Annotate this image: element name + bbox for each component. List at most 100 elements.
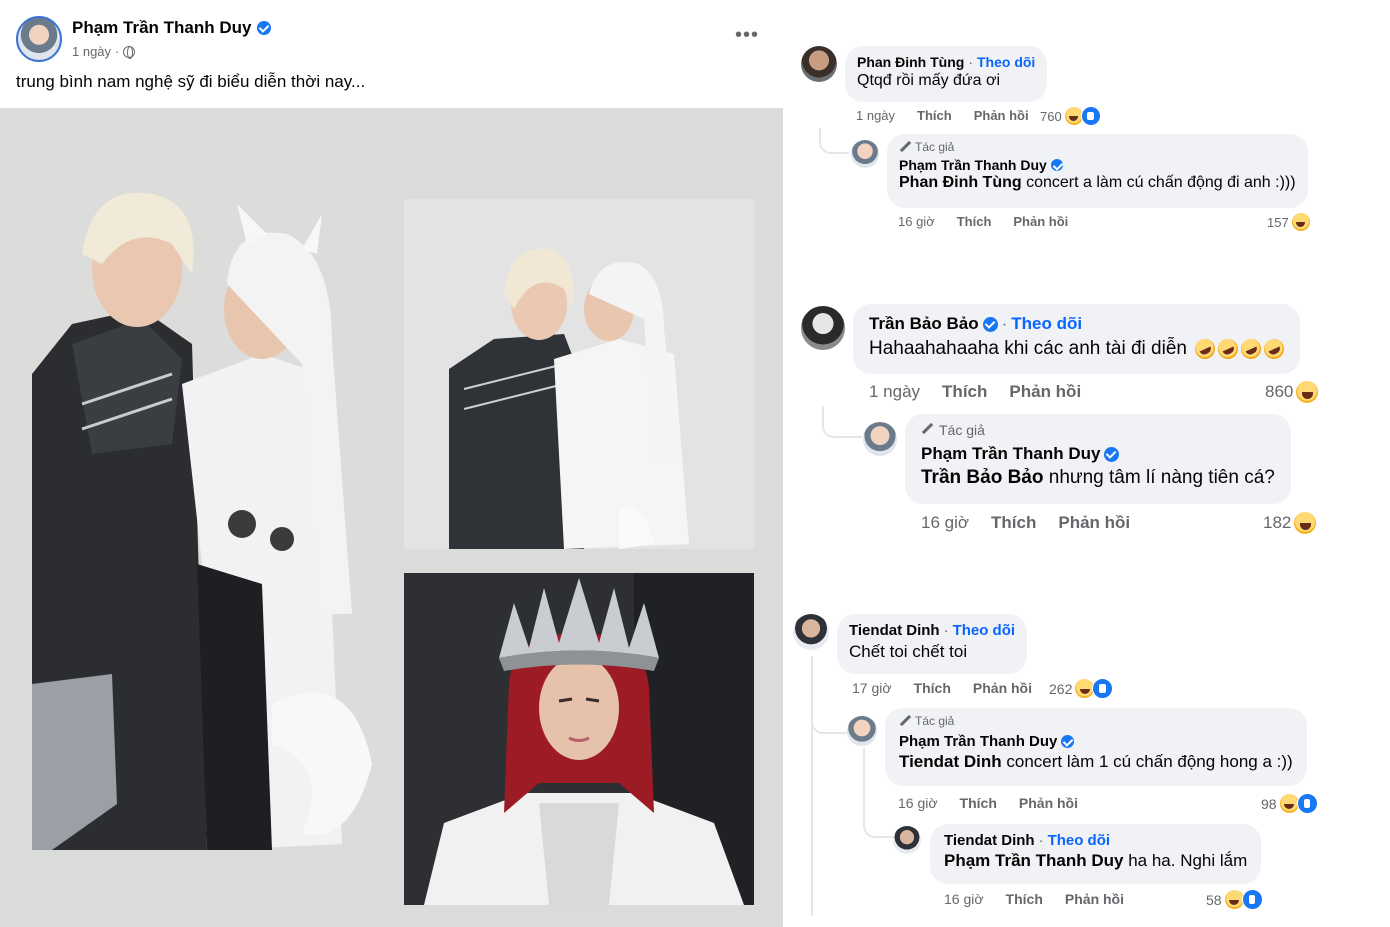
photo-1[interactable] bbox=[32, 144, 382, 850]
reaction-summary[interactable]: 58 bbox=[1206, 889, 1263, 910]
reply-time[interactable]: 16 giờ bbox=[898, 795, 938, 811]
thread-connector bbox=[822, 406, 862, 438]
mention-link[interactable]: Trần Bảo Bảo bbox=[921, 467, 1043, 488]
follow-link[interactable]: Theo dõi bbox=[1048, 832, 1111, 849]
reply-text: Trần Bảo Bảo nhưng tâm lí nàng tiên cá? bbox=[921, 467, 1275, 489]
thread-connector bbox=[863, 808, 893, 838]
reply-button[interactable]: Phản hồi bbox=[1065, 891, 1124, 907]
reply-author-row: Phạm Trần Thanh Duy bbox=[921, 444, 1275, 464]
commenter-avatar[interactable] bbox=[801, 306, 845, 350]
reply-avatar[interactable] bbox=[851, 140, 879, 168]
reply-button[interactable]: Phản hồi bbox=[974, 108, 1029, 123]
reply-button[interactable]: Phản hồi bbox=[1009, 382, 1081, 402]
reply-actions: 16 giờ Thích Phản hồi bbox=[921, 513, 1152, 533]
like-button[interactable]: Thích bbox=[917, 108, 952, 123]
mention-link[interactable]: Phan Đinh Tùng bbox=[899, 174, 1022, 191]
like-button[interactable]: Thích bbox=[957, 214, 992, 229]
reply-text-body: ha ha. Nghi lắm bbox=[1123, 851, 1248, 870]
post-caption: trung bình nam nghệ sỹ đi biểu diễn thời… bbox=[16, 72, 366, 91]
comment-bubble: Tiendat Dinh · Theo dõi Chết toi chết to… bbox=[837, 614, 1028, 674]
reply-button[interactable]: Phản hồi bbox=[1013, 214, 1068, 229]
commenter-avatar[interactable] bbox=[793, 614, 829, 650]
reply-button[interactable]: Phản hồi bbox=[1058, 513, 1130, 533]
photo-2-illustration bbox=[404, 199, 754, 549]
like-button[interactable]: Thích bbox=[942, 382, 987, 402]
like-button[interactable]: Thích bbox=[914, 680, 951, 696]
comment-actions: 1 ngày Thích Phản hồi bbox=[856, 108, 1051, 123]
thread-line bbox=[811, 656, 813, 916]
separator-dot: · bbox=[1038, 832, 1044, 849]
photo-3[interactable] bbox=[404, 573, 754, 905]
reaction-summary[interactable]: 182 bbox=[1263, 511, 1318, 535]
post-media-grid bbox=[0, 108, 783, 927]
reply-button[interactable]: Phản hồi bbox=[1019, 795, 1078, 811]
mention-link[interactable]: Phạm Trần Thanh Duy bbox=[944, 851, 1123, 870]
photo-1-illustration bbox=[32, 144, 382, 850]
comment-text-row: Hahaahahaaha khi các anh tài đi diễn bbox=[869, 335, 1288, 363]
thread-connector bbox=[811, 708, 847, 734]
reaction-summary[interactable]: 860 bbox=[1265, 380, 1320, 404]
reaction-summary[interactable]: 760 bbox=[1040, 106, 1101, 126]
reply-avatar[interactable] bbox=[893, 826, 921, 854]
haha-reaction-icon bbox=[1290, 212, 1311, 232]
globe-icon bbox=[123, 45, 136, 59]
reply-avatar[interactable] bbox=[863, 422, 897, 456]
pen-icon bbox=[899, 141, 911, 153]
reaction-summary[interactable]: 157 bbox=[1267, 212, 1311, 232]
reply-time[interactable]: 16 giờ bbox=[898, 214, 935, 229]
follow-link[interactable]: Theo dõi bbox=[953, 622, 1016, 639]
commenter-avatar[interactable] bbox=[801, 46, 837, 82]
reaction-count: 157 bbox=[1267, 214, 1289, 230]
like-button[interactable]: Thích bbox=[991, 513, 1036, 533]
reaction-count: 182 bbox=[1263, 513, 1292, 532]
reply-avatar[interactable] bbox=[847, 716, 877, 746]
haha-reaction-icon bbox=[1295, 380, 1320, 404]
reply-time[interactable]: 16 giờ bbox=[944, 891, 984, 907]
reply-actions: 16 giờ Thích Phản hồi bbox=[898, 214, 1090, 229]
reply-author-name[interactable]: Phạm Trần Thanh Duy bbox=[899, 733, 1057, 750]
rofl-emoji-icon bbox=[1191, 335, 1219, 363]
author-name[interactable]: Phạm Trần Thanh Duy bbox=[72, 18, 251, 38]
reply-author-row: Phạm Trần Thanh Duy bbox=[899, 733, 1293, 750]
reply-author-name[interactable]: Phạm Trần Thanh Duy bbox=[899, 157, 1047, 173]
comment-author-name[interactable]: Phan Đinh Tùng bbox=[857, 54, 964, 70]
reply-time[interactable]: 16 giờ bbox=[921, 513, 969, 533]
rofl-emoji-icon bbox=[1260, 335, 1288, 363]
reply-text: Phan Đinh Tùng concert a làm cú chấn độn… bbox=[899, 174, 1296, 192]
screenshot: Phạm Trần Thanh Duy 1 ngày · ••• trung b… bbox=[0, 0, 1390, 927]
comment-time[interactable]: 17 giờ bbox=[852, 680, 892, 696]
photo-2[interactable] bbox=[404, 199, 754, 549]
author-tag: Tác giả bbox=[899, 714, 1293, 728]
comment-author-name[interactable]: Trần Bảo Bảo bbox=[869, 314, 979, 334]
comment-time[interactable]: 1 ngày bbox=[856, 108, 895, 123]
reply-author-name[interactable]: Tiendat Dinh bbox=[944, 832, 1035, 849]
follow-link[interactable]: Theo dõi bbox=[1011, 314, 1082, 334]
post-time[interactable]: 1 ngày bbox=[72, 44, 111, 59]
reply-bubble: Tác giả Phạm Trần Thanh Duy Phan Đinh Tù… bbox=[887, 134, 1308, 208]
author-tag-label: Tác giả bbox=[915, 140, 955, 154]
author-tag: Tác giả bbox=[899, 140, 1296, 154]
reply-author-row: Tiendat Dinh · Theo dõi bbox=[944, 832, 1247, 849]
comment-text: Chết toi chết toi bbox=[849, 642, 968, 661]
comment-actions: 17 giờ Thích Phản hồi bbox=[852, 680, 1054, 696]
reply-bubble: Tác giả Phạm Trần Thanh Duy Trần Bảo Bảo… bbox=[905, 414, 1291, 504]
reply-actions: 16 giờ Thích Phản hồi bbox=[898, 795, 1100, 811]
like-button[interactable]: Thích bbox=[960, 795, 997, 811]
author-avatar[interactable] bbox=[16, 16, 62, 62]
reaction-summary[interactable]: 262 bbox=[1049, 678, 1114, 699]
mention-link[interactable]: Tiendat Dinh bbox=[899, 752, 1002, 771]
more-options-icon[interactable]: ••• bbox=[735, 24, 759, 47]
reaction-summary[interactable]: 98 bbox=[1261, 793, 1318, 814]
post-header: Phạm Trần Thanh Duy 1 ngày · ••• bbox=[16, 14, 767, 66]
comment-time[interactable]: 1 ngày bbox=[869, 382, 920, 402]
like-reaction-icon bbox=[1296, 793, 1318, 814]
comment-author-name[interactable]: Tiendat Dinh bbox=[849, 622, 940, 639]
thread-connector bbox=[819, 128, 849, 154]
verified-icon bbox=[257, 21, 272, 35]
reaction-count: 760 bbox=[1040, 108, 1062, 124]
follow-link[interactable]: Theo dõi bbox=[977, 54, 1035, 70]
reply-button[interactable]: Phản hồi bbox=[973, 680, 1032, 696]
comment-bubble: Phan Đinh Tùng · Theo dõi Qtqđ rồi mấy đ… bbox=[845, 46, 1048, 102]
like-button[interactable]: Thích bbox=[1006, 891, 1043, 907]
reply-author-name[interactable]: Phạm Trần Thanh Duy bbox=[921, 444, 1100, 464]
